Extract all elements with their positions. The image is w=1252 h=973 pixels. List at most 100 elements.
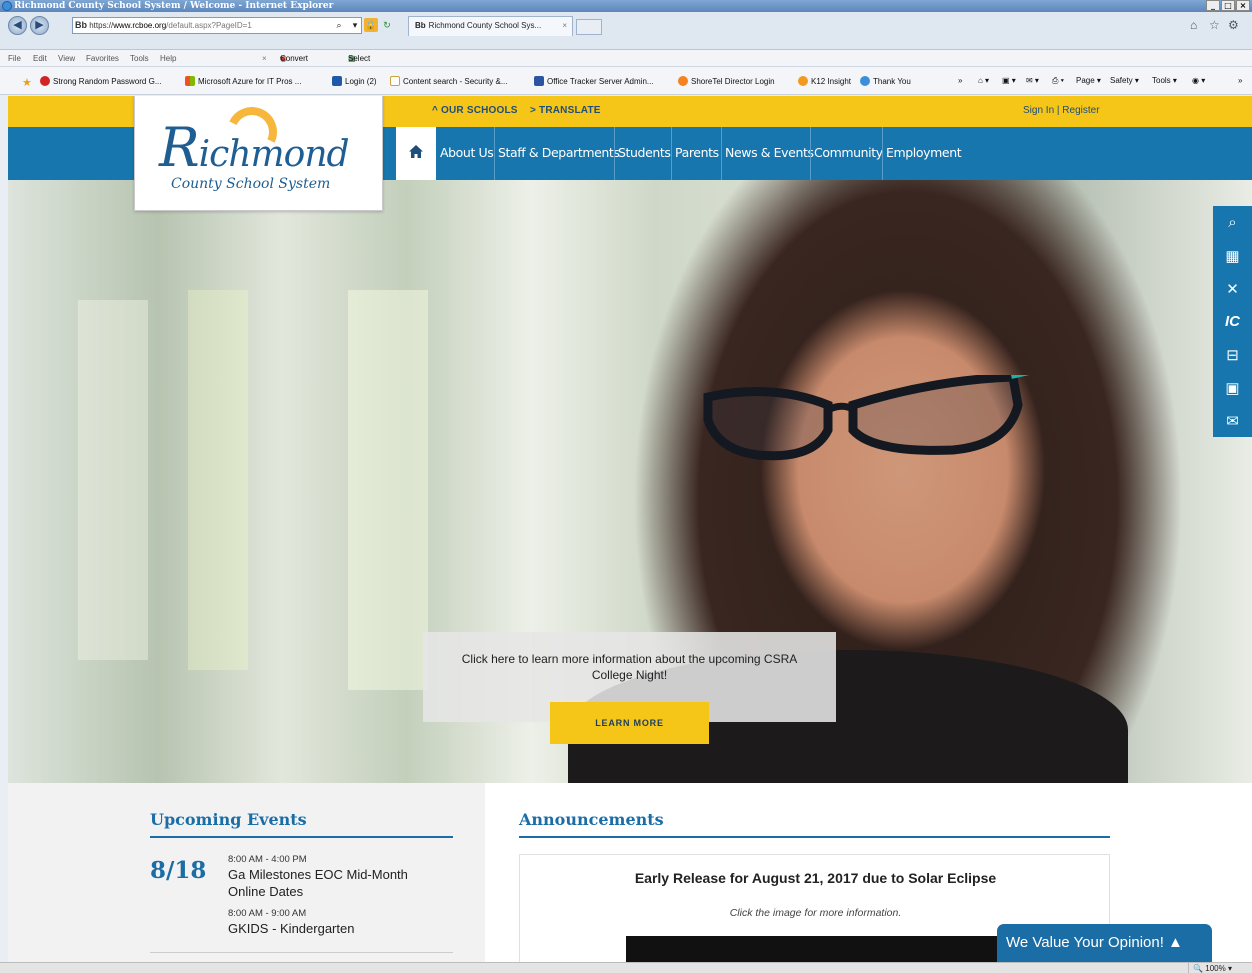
tracker-icon — [534, 76, 544, 86]
help-icon[interactable]: ◉ ▾ — [1192, 76, 1205, 85]
forward-button[interactable]: ▶ — [30, 16, 49, 35]
maximize-icon[interactable]: □ — [1221, 0, 1235, 11]
pinterest-icon — [40, 76, 50, 86]
event-divider — [150, 952, 453, 953]
event-title[interactable]: GKIDS - Kindergarten — [228, 920, 354, 937]
favorite-k12-insight[interactable]: K12 Insight — [798, 76, 851, 86]
menu-edit[interactable]: Edit — [33, 50, 47, 67]
event-title[interactable]: Ga Milestones EOC Mid-Month Online Dates — [228, 866, 448, 900]
event-date: 8/18 — [150, 857, 207, 884]
favorite-login[interactable]: Login (2) — [332, 76, 377, 86]
hero-banner[interactable]: Click here to learn more information abo… — [8, 180, 1252, 783]
district-logo[interactable]: Richmond County School System — [134, 96, 383, 211]
status-bar: 🔍 100% ▾ — [0, 962, 1252, 973]
nav-employment[interactable]: Employment — [886, 145, 962, 160]
new-tab-button[interactable] — [576, 19, 602, 35]
favorites-star-icon[interactable]: ★ — [22, 76, 32, 89]
web-page: ^ OUR SCHOOLS > TRANSLATE Sign In | Regi… — [8, 96, 1252, 962]
nav-about-us[interactable]: About Us — [440, 145, 494, 160]
announcement-caption: Click the image for more information. — [729, 907, 902, 919]
dropdown-icon[interactable]: ▾ — [348, 18, 362, 32]
page-menu[interactable]: Page ▾ — [1076, 76, 1101, 85]
register-link[interactable]: Register — [1062, 105, 1099, 116]
our-schools-link[interactable]: ^ OUR SCHOOLS — [432, 105, 518, 116]
favorite-azure[interactable]: Microsoft Azure for IT Pros ... — [185, 76, 301, 86]
close-icon[interactable]: × — [1236, 0, 1250, 11]
nav-parents[interactable]: Parents — [675, 145, 719, 160]
sign-in-link[interactable]: Sign In — [1023, 105, 1054, 116]
chevron-more-icon[interactable]: » — [958, 76, 962, 85]
tab-close-icon[interactable]: × — [562, 17, 567, 35]
close-toolbar-icon[interactable]: × — [262, 50, 267, 67]
announcement-image[interactable] — [626, 936, 1006, 962]
nav-community[interactable]: Community — [814, 145, 883, 160]
home-icon — [409, 145, 423, 158]
menu-file[interactable]: File — [8, 50, 21, 67]
nav-separator — [494, 127, 495, 180]
event-time: 8:00 AM - 9:00 AM — [228, 908, 307, 919]
feedback-tab[interactable]: We Value Your Opinion! ▲ — [997, 924, 1212, 962]
print-icon[interactable]: ⎙ ▾ — [1052, 76, 1064, 86]
learn-more-button[interactable]: LEARN MORE — [550, 702, 709, 744]
chevron-more-icon-2[interactable]: » — [1238, 76, 1242, 85]
nav-staff-departments[interactable]: Staff & Departments — [498, 145, 620, 160]
favorite-content-search[interactable]: Content search - Security &... — [390, 76, 508, 86]
zoom-icon: 🔍 — [1193, 964, 1204, 973]
nav-separator — [614, 127, 615, 180]
nav-separator — [882, 127, 883, 180]
window-title: Richmond County School System / Welcome … — [14, 1, 334, 11]
star-icon[interactable]: ☆ — [1209, 18, 1220, 32]
tools-menu[interactable]: Tools ▾ — [1152, 76, 1177, 85]
minimize-icon[interactable]: _ — [1206, 0, 1220, 11]
back-button[interactable]: ◀ — [8, 16, 27, 35]
bookmark-icon — [332, 76, 342, 86]
zoom-control[interactable]: 🔍 100% ▾ — [1188, 963, 1232, 973]
directory-icon[interactable]: ▣ — [1213, 371, 1252, 404]
background-window — [78, 300, 148, 660]
logo-subtitle: County School System — [171, 176, 331, 192]
favorite-thank-you[interactable]: Thank You — [860, 76, 911, 86]
safety-menu[interactable]: Safety ▾ — [1110, 76, 1139, 85]
announcement-headline[interactable]: Early Release for August 21, 2017 due to… — [520, 870, 1111, 886]
windows-icon — [185, 76, 195, 86]
menu-favorites[interactable]: Favorites — [86, 50, 119, 67]
upcoming-events-title[interactable]: Upcoming Events — [150, 810, 307, 829]
menu-bar: File Edit View Favorites Tools Help × ◉ … — [0, 50, 1252, 67]
nav-separator — [671, 127, 672, 180]
infinite-campus-icon[interactable]: IC — [1213, 305, 1252, 338]
nav-students[interactable]: Students — [618, 145, 671, 160]
k12-icon — [798, 76, 808, 86]
quick-tools-sidebar: ⌕ ▦ ✕ IC ⊟ ▣ ✉ — [1213, 206, 1252, 437]
menu-help[interactable]: Help — [160, 50, 176, 67]
nav-news-events[interactable]: News & Events — [725, 145, 814, 160]
favorite-shoretel[interactable]: ShoreTel Director Login — [678, 76, 775, 86]
background-window — [188, 290, 248, 670]
home-menu-icon[interactable]: ⌂ ▾ — [978, 76, 989, 85]
site-search-icon[interactable]: ⌕ — [1213, 206, 1252, 239]
home-icon[interactable]: ⌂ — [1190, 18, 1197, 32]
search-icon[interactable]: ⌕ — [332, 18, 346, 32]
mail-icon[interactable]: ✉ ▾ — [1026, 76, 1039, 85]
lunch-menu-icon[interactable]: ✕ — [1213, 272, 1252, 305]
calendar-icon[interactable]: ▦ — [1213, 239, 1252, 272]
translate-link[interactable]: > TRANSLATE — [530, 105, 601, 116]
favorite-strong-password[interactable]: Strong Random Password G... — [40, 76, 162, 86]
home-button[interactable] — [396, 127, 436, 180]
menu-tools[interactable]: Tools — [130, 50, 149, 67]
feeds-icon[interactable]: ▣ ▾ — [1002, 76, 1016, 85]
event-time: 8:00 AM - 4:00 PM — [228, 854, 307, 865]
announcements-title[interactable]: Announcements — [519, 810, 664, 829]
bus-icon[interactable]: ⊟ — [1213, 338, 1252, 371]
convert-button[interactable]: ◉ Convert ▾ — [280, 50, 308, 67]
refresh-icon[interactable]: ↻ — [380, 18, 394, 32]
address-bar[interactable]: Bb https://www.rcboe.org/default.aspx?Pa… — [72, 17, 362, 34]
menu-view[interactable]: View — [58, 50, 75, 67]
email-icon[interactable]: ✉ — [1213, 404, 1252, 437]
favorites-bar: ★ Strong Random Password G... Microsoft … — [0, 67, 1252, 95]
window-titlebar: Richmond County School System / Welcome … — [0, 0, 1252, 12]
hero-caption-text: Click here to learn more information abo… — [461, 652, 798, 682]
tab-richmond-county[interactable]: Bb Richmond County School Sys... × — [408, 16, 573, 36]
lock-icon[interactable]: 🔒 — [364, 18, 378, 32]
gear-icon[interactable]: ⚙ — [1228, 18, 1239, 32]
favorite-office-tracker[interactable]: Office Tracker Server Admin... — [534, 76, 654, 86]
